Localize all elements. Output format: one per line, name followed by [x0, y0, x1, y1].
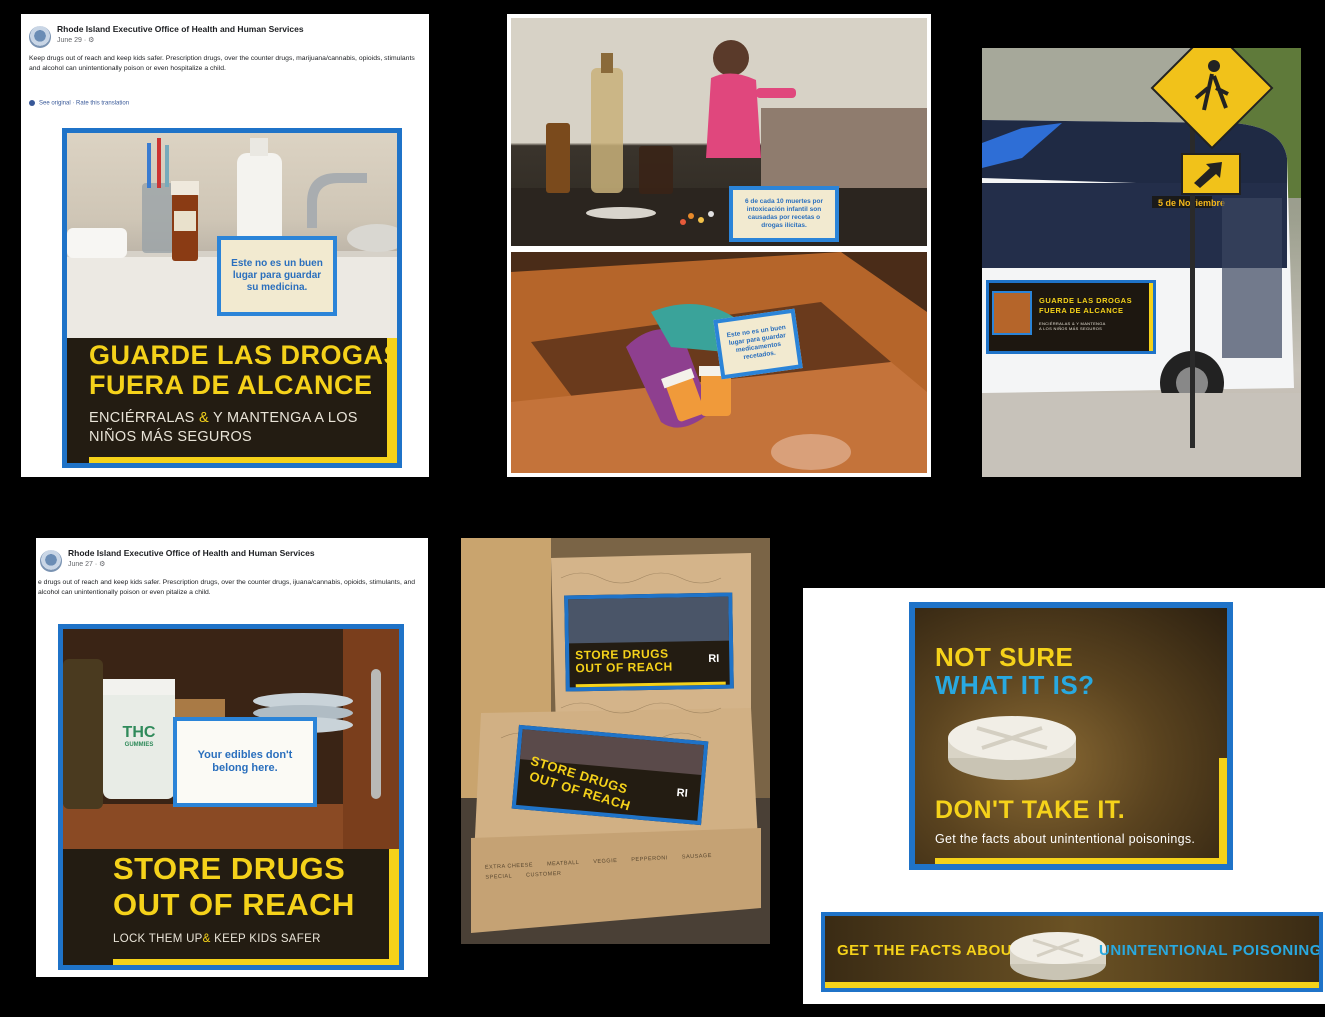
- yellow-accent-bar-bottom: [113, 959, 399, 965]
- edibles-card: Your edibles don't belong here.: [173, 717, 317, 807]
- warning-card: Este no es un buen lugar para guardar su…: [217, 236, 337, 316]
- yellow-accent-bar: [389, 849, 399, 965]
- pizza-sticker-bottom: STORE DRUGS OUT OF REACH RI: [511, 724, 709, 826]
- sticker-yellow-bar: [575, 681, 726, 688]
- sticker-logo: RI: [708, 652, 720, 665]
- bus-ad-headline-2: FUERA DE ALCANCE: [1039, 306, 1124, 315]
- ad-subline-a: LOCK THEM UP: [113, 933, 203, 945]
- box-word: EXTRA CHEESE: [484, 862, 534, 871]
- drawer-card: Este no es un buen lugar para guardar me…: [713, 308, 803, 380]
- ampersand: &: [198, 410, 209, 426]
- kitchen-photo: 6 de cada 10 muertes por intoxicación in…: [511, 18, 927, 246]
- ad-subline-b: KEEP KIDS SAFER: [210, 933, 321, 945]
- pizza-sticker-top: STORE DRUGS OUT OF REACH RI: [564, 592, 734, 692]
- pill-ads-panel: NOT SURE WHAT IT IS? DON'T TAKE IT. Get …: [803, 588, 1325, 1004]
- drawer-card-text: Este no es un buen lugar para guardar me…: [726, 324, 787, 362]
- box-word: MEATBALL: [546, 859, 580, 868]
- ad-subline-2: NIÑOS MÁS SEGUROS: [89, 429, 253, 445]
- home-photos-panel: 6 de cada 10 muertes por intoxicación in…: [507, 14, 931, 477]
- ad-image-english[interactable]: THC GUMMIES Your edibles don't belong he…: [58, 624, 404, 970]
- ad-text-area: STORE DRUGS OUT OF REACH LOCK THEM UP& K…: [63, 849, 399, 965]
- ad-subline-1: ENCIÉRRALAS & Y MANTENGA A LOS: [89, 410, 358, 426]
- jar-label-main: THC: [122, 724, 156, 741]
- bus-ad-photo: 5 de Noviembre GUARDE LAS DROGAS FUERA D…: [982, 48, 1301, 477]
- post-text: Keep drugs out of reach and keep kids sa…: [29, 55, 415, 72]
- pill-ad[interactable]: NOT SURE WHAT IT IS? DON'T TAKE IT. Get …: [909, 602, 1233, 870]
- ad-subline: LOCK THEM UP& KEEP KIDS SAFER: [113, 933, 321, 945]
- banner-text-left: GET THE FACTS ABOUT: [837, 942, 1022, 959]
- translation-link-text[interactable]: See original · Rate this translation: [39, 101, 129, 107]
- bus-ad-yellow-bar: [1149, 283, 1153, 351]
- ad-subline-1-a: ENCIÉRRALAS: [89, 410, 199, 426]
- pill-ad-line-3: DON'T TAKE IT.: [935, 796, 1126, 824]
- banner-text-right: UNINTENTIONAL POISONINGS.: [1099, 942, 1323, 959]
- bus-ad-subline: ENCIÉRRALAS & Y MANTENGA A LOS NIÑOS MÁS…: [1039, 321, 1106, 331]
- sticker-headline-2: OUT OF REACH: [575, 659, 673, 676]
- kitchen-illustration: [511, 18, 927, 246]
- pill-ad-subline: Get the facts about unintentional poison…: [935, 832, 1196, 846]
- edibles-card-text: Your edibles don't belong here.: [197, 749, 293, 774]
- pill-icon: [1010, 932, 1106, 980]
- pill-ad-yellow-bar-bottom: [935, 858, 1227, 864]
- pill-ad-yellow-bar-right: [1219, 758, 1227, 864]
- bus-ad-thumbnail: [992, 291, 1032, 335]
- pill-icon: [948, 716, 1076, 780]
- sticker-photo: [568, 596, 729, 644]
- ad-text-area: GUARDE LAS DROGAS FUERA DE ALCANCE ENCIÉ…: [67, 338, 397, 463]
- box-word: VEGGIE: [593, 857, 618, 866]
- ad-headline-line-1: GUARDE LAS DROGAS: [89, 340, 402, 370]
- box-word: PEPPERONI: [631, 855, 669, 864]
- statistic-card: 6 de cada 10 muertes por intoxicación in…: [729, 186, 839, 242]
- post-date[interactable]: June 29 · ⚙: [57, 36, 94, 44]
- translation-links[interactable]: See original · Rate this translation: [29, 100, 129, 107]
- ad-headline-line-2: OUT OF REACH: [113, 887, 355, 922]
- ad-image-spanish[interactable]: Este no es un buen lugar para guardar su…: [62, 128, 402, 468]
- yellow-accent-bar-bottom: [89, 457, 397, 463]
- post-author[interactable]: Rhode Island Executive Office of Health …: [57, 24, 304, 34]
- street-scene: 5 de Noviembre: [982, 48, 1301, 477]
- drawer-photo: Este no es un buen lugar para guardar me…: [511, 252, 927, 473]
- poisoning-banner-ad[interactable]: GET THE FACTS ABOUT UNINTENTIONAL POISON…: [821, 912, 1323, 992]
- org-avatar[interactable]: [29, 26, 51, 48]
- pill-ad-line-2: WHAT IT IS?: [935, 670, 1095, 700]
- bus-ad-headline-1: GUARDE LAS DROGAS: [1039, 296, 1133, 305]
- ampersand: &: [202, 933, 211, 945]
- box-word: SAUSAGE: [681, 852, 713, 861]
- pizza-box-photo: STORE DRUGS OUT OF REACH RI STORE DRUGS …: [461, 538, 770, 944]
- pill-ad-line-1: NOT SURE: [935, 642, 1074, 672]
- warning-card-text: Este no es un buen lugar para guardar su…: [231, 258, 323, 293]
- sticker-logo: RI: [676, 786, 689, 800]
- facebook-post-english: Rhode Island Executive Office of Health …: [36, 538, 428, 977]
- jar-label: THC GUMMIES: [107, 724, 171, 748]
- statistic-card-text: 6 de cada 10 muertes por intoxicación in…: [744, 198, 824, 229]
- jar-label-sub: GUMMIES: [124, 742, 154, 748]
- ad-subline-1-b: Y MANTENGA A LOS: [208, 410, 358, 426]
- post-text: e drugs out of reach and keep kids safer…: [38, 579, 416, 596]
- facebook-post-spanish: Rhode Island Executive Office of Health …: [21, 14, 429, 477]
- globe-icon: [29, 100, 35, 106]
- post-author[interactable]: Rhode Island Executive Office of Health …: [68, 548, 315, 558]
- ad-headline-line-2: FUERA DE ALCANCE: [89, 370, 373, 400]
- post-date[interactable]: June 27 · ⚙: [68, 560, 105, 568]
- bus-side-ad: GUARDE LAS DROGAS FUERA DE ALCANCE ENCIÉ…: [986, 280, 1156, 354]
- ad-headline-line-1: STORE DRUGS: [113, 851, 346, 886]
- org-avatar[interactable]: [40, 550, 62, 572]
